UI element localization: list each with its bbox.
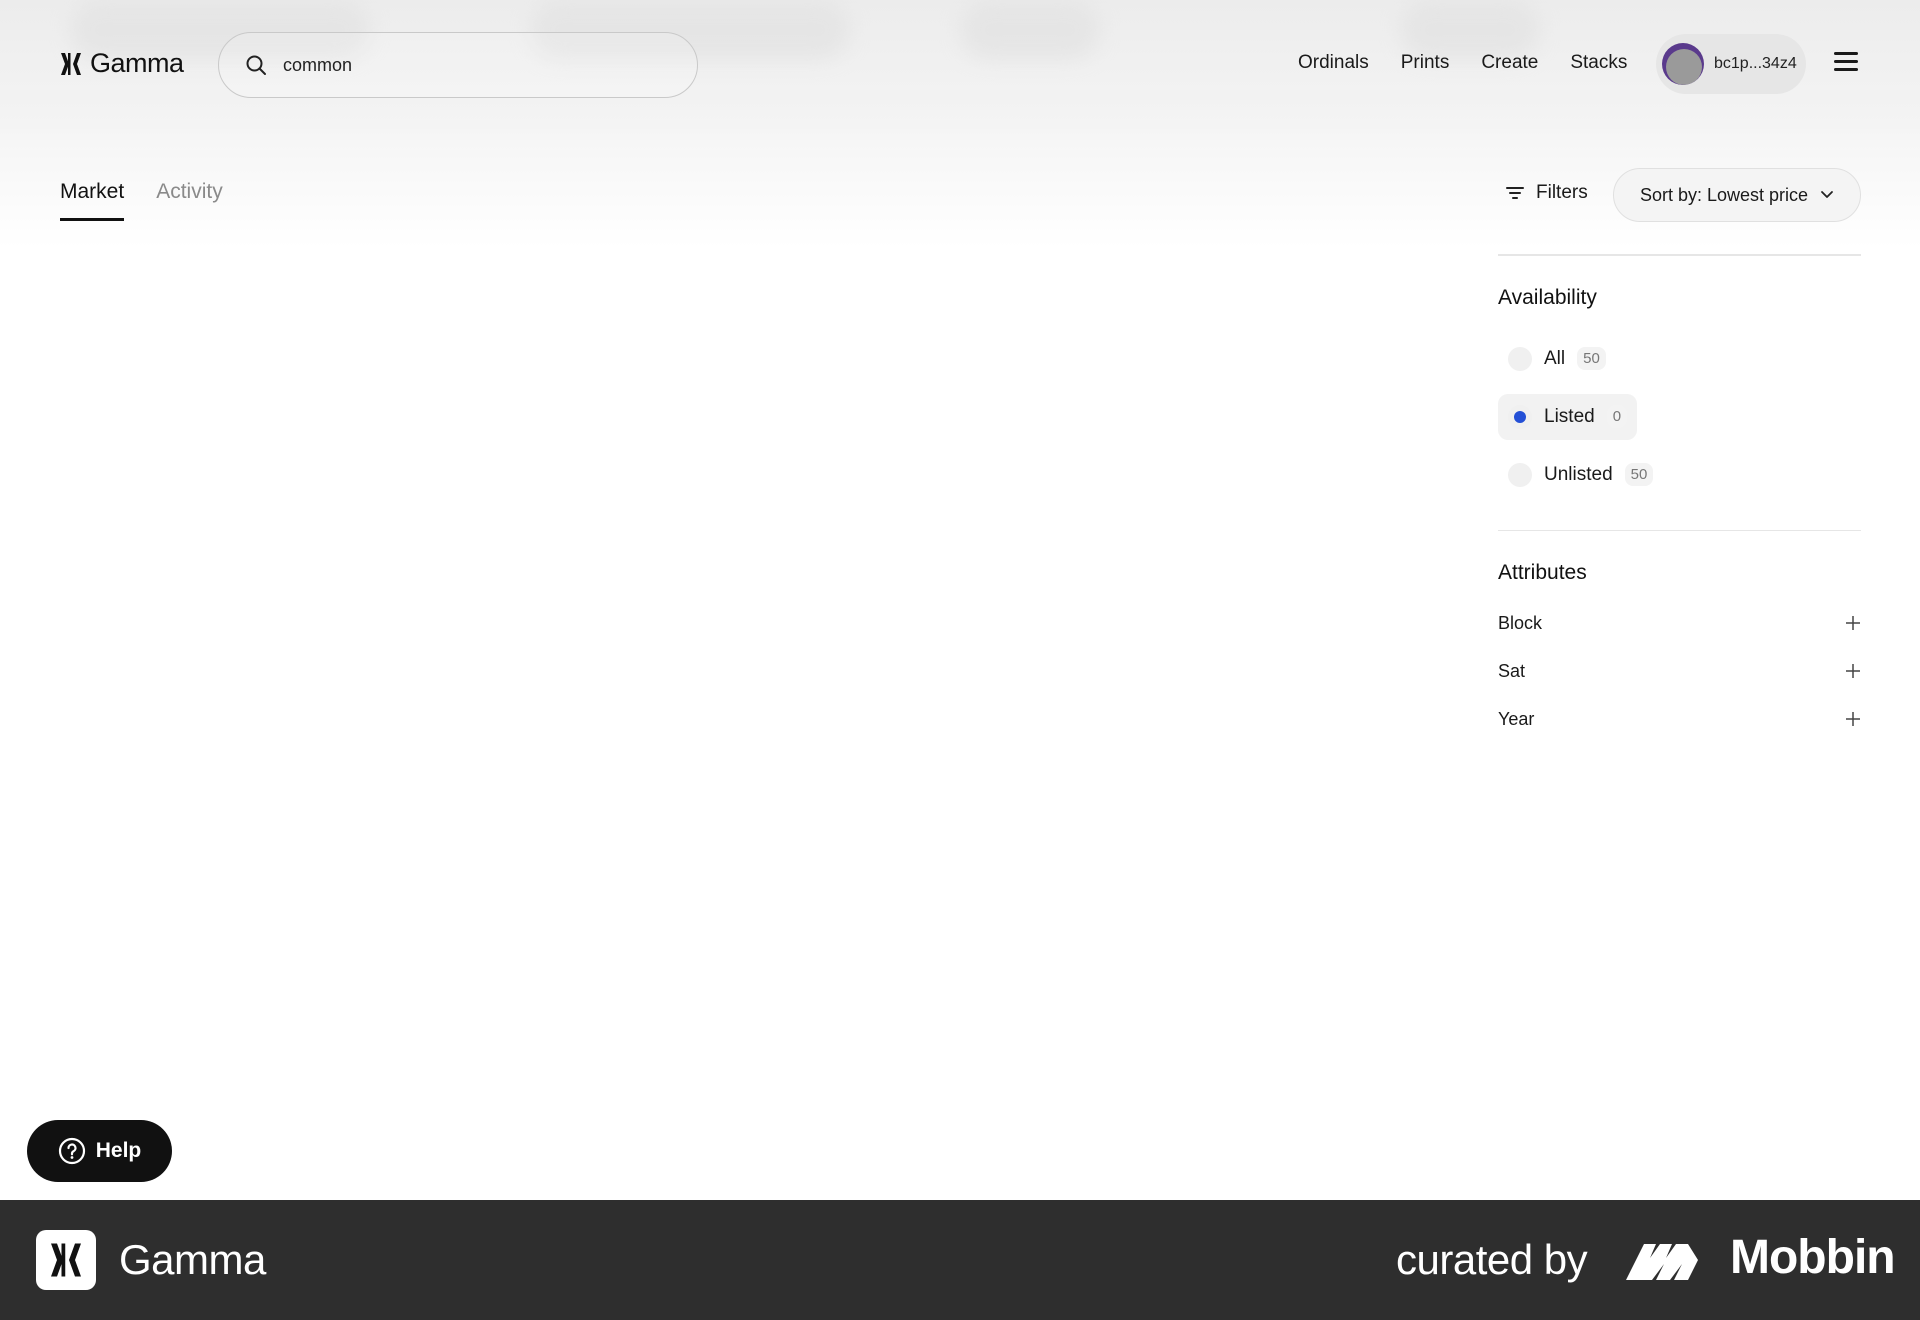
- sort-label: Sort by: Lowest price: [1639, 184, 1809, 205]
- main-nav: Ordinals Prints Create Stacks: [1298, 52, 1627, 74]
- nav-create[interactable]: Create: [1481, 52, 1538, 74]
- option-count: 50: [1624, 463, 1654, 486]
- avatar-face: [1666, 49, 1702, 85]
- option-count: 0: [1606, 405, 1628, 428]
- nav-prints[interactable]: Prints: [1401, 52, 1450, 74]
- filters-label: Filters: [1536, 182, 1588, 203]
- curated-by-text: curated by: [1396, 1236, 1588, 1283]
- attribute-label: Block: [1498, 612, 1543, 633]
- divider: [1498, 529, 1861, 531]
- attribute-block[interactable]: Block: [1498, 599, 1861, 647]
- availability-options: All 50: [1498, 336, 1861, 394]
- menu-line: [1834, 68, 1858, 71]
- radio-button[interactable]: [1508, 462, 1532, 487]
- top-header: Gamma Ordinals Prints Create Stacks bc1p…: [0, 0, 1920, 129]
- attribute-sat[interactable]: Sat: [1498, 647, 1861, 695]
- menu-line: [1834, 52, 1858, 55]
- header-blur-shape: [960, 0, 1100, 60]
- radio-selected-dot: [1514, 410, 1526, 423]
- tab-activity[interactable]: Activity: [156, 180, 223, 221]
- chevron-down-icon: [1821, 191, 1833, 198]
- filter-icon: [1506, 187, 1524, 199]
- wallet-address: bc1p...34z4: [1714, 55, 1797, 72]
- gamma-app-icon: [36, 1230, 96, 1290]
- plus-icon[interactable]: [1845, 663, 1861, 679]
- plus-icon[interactable]: [1845, 711, 1861, 727]
- search-input[interactable]: [283, 54, 663, 76]
- footer-banner: Gamma curated by Mobbin: [0, 1200, 1920, 1320]
- header-blur-shape: [1400, 0, 1540, 60]
- option-label: All: [1544, 347, 1566, 369]
- radio-button[interactable]: [1508, 346, 1532, 371]
- gamma-logo-icon: [51, 1243, 81, 1277]
- attribute-label: Year: [1498, 708, 1535, 729]
- availability-title: Availability: [1498, 285, 1597, 309]
- option-label: Listed: [1544, 405, 1595, 427]
- gamma-logo-text: Gamma: [90, 48, 184, 78]
- availability-row: Unlisted 50: [1498, 452, 1861, 510]
- nav-stacks[interactable]: Stacks: [1570, 52, 1627, 74]
- market-tabs: Market Activity: [60, 180, 223, 221]
- menu-line: [1834, 60, 1858, 63]
- question-mark-icon: [58, 1137, 85, 1165]
- tab-market[interactable]: Market: [60, 180, 125, 221]
- search-icon: [246, 55, 266, 75]
- availability-option-listed[interactable]: Listed 0: [1498, 393, 1638, 440]
- mobbin-wordmark: Mobbin: [1730, 1231, 1896, 1284]
- gamma-logo[interactable]: Gamma: [60, 48, 184, 79]
- availability-option-unlisted[interactable]: Unlisted 50: [1498, 452, 1663, 498]
- gamma-logo-icon: [61, 52, 81, 75]
- option-label: Unlisted: [1544, 463, 1613, 485]
- help-button[interactable]: Help: [27, 1120, 172, 1182]
- nav-ordinals[interactable]: Ordinals: [1298, 52, 1369, 74]
- availability-option-all[interactable]: All 50: [1498, 336, 1616, 382]
- sort-dropdown[interactable]: Sort by: Lowest price: [1613, 168, 1861, 222]
- attributes-title: Attributes: [1498, 561, 1587, 584]
- avatar: [1662, 43, 1704, 85]
- plus-icon[interactable]: [1845, 615, 1861, 631]
- attribute-year[interactable]: Year: [1498, 695, 1861, 743]
- availability-row: Listed 0: [1498, 393, 1861, 452]
- filters-button[interactable]: Filters: [1506, 182, 1588, 204]
- attribute-label: Sat: [1498, 660, 1526, 681]
- divider: [1498, 254, 1861, 256]
- filter-panel: Availability All 50 Listed 0 Unlisted 50…: [1498, 254, 1861, 743]
- help-label: Help: [95, 1139, 142, 1162]
- option-count: 50: [1577, 347, 1606, 370]
- mobbin-logo-icon: [1626, 1244, 1698, 1280]
- search-bar[interactable]: [218, 32, 698, 98]
- footer-brand-name: Gamma: [119, 1236, 266, 1283]
- hamburger-menu-icon[interactable]: [1834, 52, 1858, 72]
- radio-button[interactable]: [1508, 404, 1532, 429]
- wallet-button[interactable]: bc1p...34z4: [1656, 34, 1806, 94]
